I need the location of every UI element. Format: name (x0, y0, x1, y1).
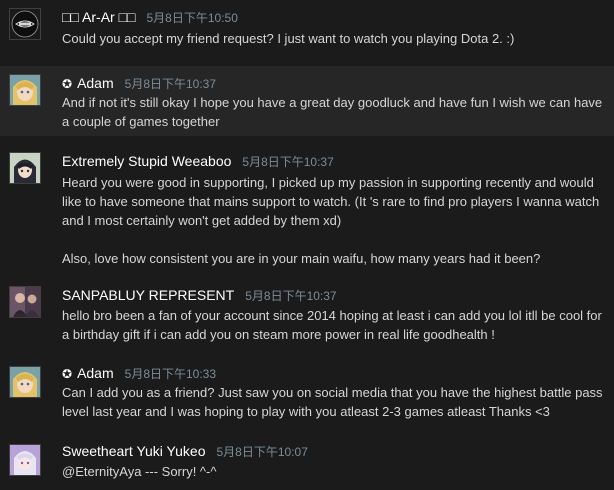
comment-text: Could you accept my friend request? I ju… (62, 31, 515, 46)
comment-text-paragraph: Also, love how consistent you are in you… (62, 251, 541, 266)
author-name[interactable]: SANPABLUY REPRESENT (62, 287, 234, 303)
comment-header: Sweetheart Yuki Yukeo 5月8日下午10:07 (62, 443, 308, 463)
comment-timestamp: 5月8日下午10:37 (245, 289, 337, 303)
comment-thread: □□ Ar-Ar □□ 5月8日下午10:50 Could you accept… (0, 0, 614, 490)
comment-text: Heard you were good in supporting, I pic… (62, 173, 607, 268)
comment-item: ✪ Adam 5月8日下午10:37 And if not it's still… (0, 66, 614, 136)
comment-header: □□ Ar-Ar □□ 5月8日下午10:50 (62, 9, 238, 29)
comment-item: Extremely Stupid Weeaboo 5月8日下午10:37 Hea… (0, 144, 614, 272)
comment-item: SANPABLUY REPRESENT 5月8日下午10:37 hello br… (0, 280, 614, 350)
anime-blonde-avatar[interactable] (9, 366, 41, 398)
anime-darkhair-avatar[interactable] (9, 152, 41, 184)
anime-purple-avatar[interactable] (9, 444, 41, 476)
comment-timestamp: 5月8日下午10:07 (216, 445, 308, 459)
comment-header: Extremely Stupid Weeaboo 5月8日下午10:37 (62, 153, 334, 173)
comment-header: SANPABLUY REPRESENT 5月8日下午10:37 (62, 287, 337, 307)
star-badge-icon: ✪ (62, 367, 73, 381)
comment-item: Sweetheart Yuki Yukeo 5月8日下午10:07 @Etern… (0, 436, 614, 490)
comment-timestamp: 5月8日下午10:37 (124, 77, 217, 91)
comment-text: @EternityAya --- Sorry! ^-^ (62, 464, 217, 479)
author-name[interactable]: □□ Ar-Ar □□ (62, 9, 136, 25)
comment-timestamp: 5月8日下午10:50 (146, 11, 238, 25)
comment-header: ✪ Adam 5月8日下午10:37 (62, 75, 216, 95)
comment-item: □□ Ar-Ar □□ 5月8日下午10:50 Could you accept… (0, 0, 614, 60)
comment-timestamp: 5月8日下午10:37 (242, 155, 334, 169)
marquee-logo-avatar[interactable] (9, 8, 41, 40)
author-name[interactable]: Adam (77, 75, 114, 91)
comment-timestamp: 5月8日下午10:33 (124, 367, 217, 381)
author-name[interactable]: Sweetheart Yuki Yukeo (62, 443, 205, 459)
comment-text: And if not it's still okay I hope you ha… (62, 95, 603, 129)
comment-text: hello bro been a fan of your account sin… (62, 308, 602, 342)
photo-avatar[interactable] (9, 286, 41, 318)
comment-item: ✪ Adam 5月8日下午10:33 Can I add you as a fr… (0, 358, 614, 430)
author-name[interactable]: Adam (77, 365, 114, 381)
comment-text: Can I add you as a friend? Just saw you … (62, 385, 603, 419)
comment-header: ✪ Adam 5月8日下午10:33 (62, 365, 216, 385)
star-badge-icon: ✪ (62, 77, 73, 91)
anime-blonde-avatar[interactable] (9, 74, 41, 106)
author-name[interactable]: Extremely Stupid Weeaboo (62, 153, 231, 169)
